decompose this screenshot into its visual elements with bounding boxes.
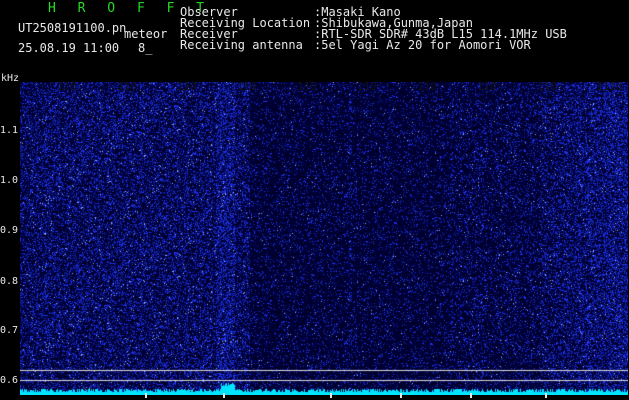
y-tick: 1.0	[0, 175, 19, 186]
header-panel: H R O F F T UT2508191100.pn meteor 25.08…	[0, 0, 629, 78]
x-tick: 110	[117, 80, 137, 93]
x-tick: 110	[477, 80, 497, 93]
filename-label: UT2508191100.pn	[18, 21, 127, 35]
y-tick: 0.7	[0, 325, 19, 336]
y-tick: 0.9	[0, 225, 19, 236]
datetime-label: 25.08.19 11:00	[18, 41, 120, 55]
x-tick: 110	[237, 80, 257, 93]
marker-tick	[145, 393, 147, 398]
spectrogram-canvas	[20, 82, 628, 395]
y-tick: 0.6	[0, 375, 19, 386]
marker-tick	[400, 393, 402, 398]
type-label: meteor	[124, 27, 168, 41]
x-tick: 110	[537, 80, 557, 93]
x-tick: 110	[177, 80, 197, 93]
meta-label-antenna: Receiving antenna	[180, 38, 303, 52]
y-tick: 0.8	[0, 276, 19, 287]
y-axis-unit: kHz	[1, 73, 20, 84]
x-tick: 110	[57, 80, 77, 93]
marker-tick	[470, 393, 472, 398]
count-label: 8_	[138, 41, 153, 55]
y-tick: 1.1	[0, 125, 19, 136]
x-tick: 1110	[596, 80, 623, 93]
x-tick: 110	[297, 80, 317, 93]
marker-tick	[545, 393, 547, 398]
x-tick: 110	[417, 80, 437, 93]
marker-tick	[223, 393, 225, 398]
marker-tick	[330, 393, 332, 398]
meta-value-antenna: :5el Yagi Az 20 for Aomori VOR	[314, 38, 531, 52]
x-tick: 110	[357, 80, 377, 93]
